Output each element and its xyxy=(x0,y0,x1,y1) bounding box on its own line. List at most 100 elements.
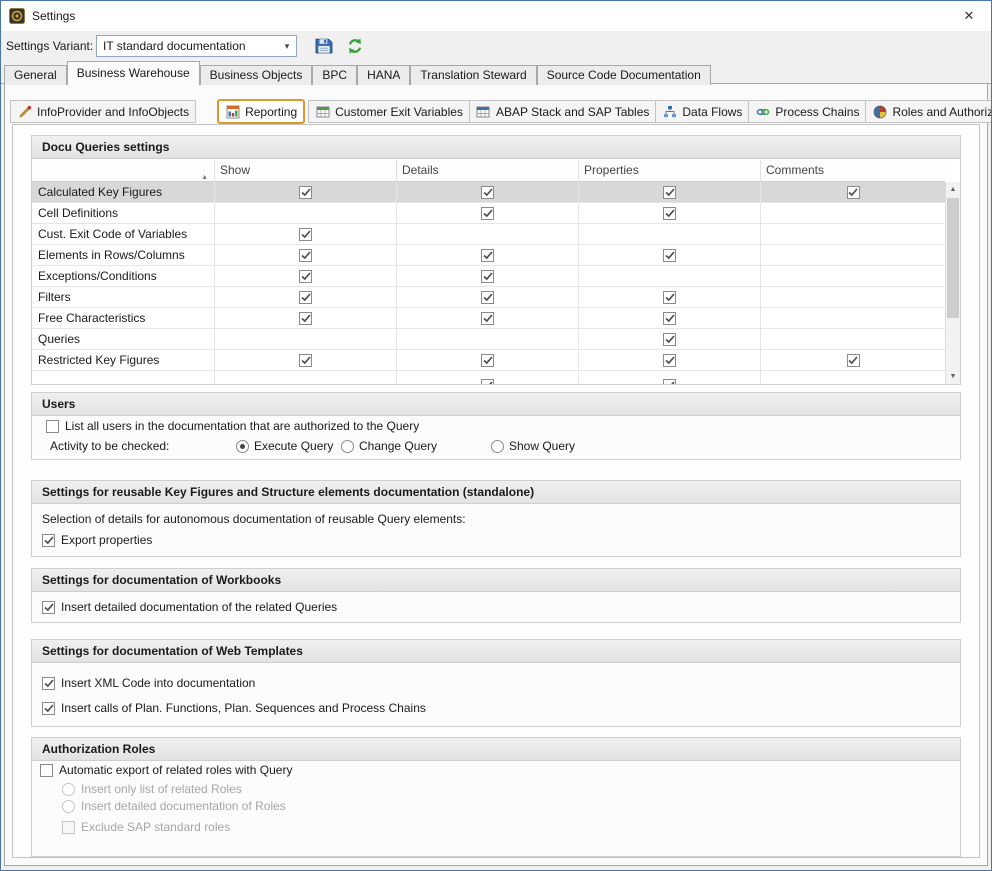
cell-comments[interactable] xyxy=(760,287,945,307)
checkbox[interactable] xyxy=(663,291,676,304)
checkbox[interactable] xyxy=(847,354,860,367)
radio-button[interactable] xyxy=(491,440,504,453)
cell-properties[interactable] xyxy=(578,266,760,286)
cell-details[interactable] xyxy=(396,266,578,286)
cell-properties[interactable] xyxy=(578,182,760,202)
radio-show-query[interactable]: Show Query xyxy=(491,439,575,453)
checkbox[interactable] xyxy=(663,249,676,262)
cell-properties[interactable] xyxy=(578,203,760,223)
cell-details[interactable] xyxy=(396,224,578,244)
cell-show[interactable] xyxy=(214,329,396,349)
table-header-name[interactable]: ▲ xyxy=(32,160,214,181)
cell-details[interactable] xyxy=(396,350,578,370)
table-row[interactable]: Filters xyxy=(32,287,945,308)
cell-properties[interactable] xyxy=(578,308,760,328)
checkbox[interactable] xyxy=(299,354,312,367)
tab-business-objects[interactable]: Business Objects xyxy=(200,65,313,85)
cell-show[interactable] xyxy=(214,224,396,244)
cell-properties[interactable] xyxy=(578,329,760,349)
cell-details[interactable] xyxy=(396,287,578,307)
checkbox[interactable] xyxy=(481,354,494,367)
scroll-down-icon[interactable]: ▼ xyxy=(946,369,960,384)
checkbox[interactable] xyxy=(663,207,676,220)
cell-show[interactable] xyxy=(214,350,396,370)
checkbox[interactable] xyxy=(299,270,312,283)
auto-export-roles-checkbox[interactable] xyxy=(40,764,53,777)
checkbox[interactable] xyxy=(481,186,494,199)
table-row[interactable]: Elements in Rows/Columns xyxy=(32,245,945,266)
checkbox[interactable] xyxy=(481,312,494,325)
table-row[interactable]: Cust. Exit Code of Variables xyxy=(32,224,945,245)
cell-details[interactable] xyxy=(396,245,578,265)
insert-xml-checkbox[interactable] xyxy=(42,677,55,690)
insert-detailed-docs-checkbox[interactable] xyxy=(42,601,55,614)
scrollbar-thumb[interactable] xyxy=(947,198,959,318)
checkbox[interactable] xyxy=(299,249,312,262)
cell-details[interactable] xyxy=(396,203,578,223)
checkbox[interactable] xyxy=(481,207,494,220)
cell-properties[interactable] xyxy=(578,224,760,244)
scroll-up-icon[interactable]: ▲ xyxy=(946,182,960,197)
cell-comments[interactable] xyxy=(760,350,945,370)
cell-properties[interactable] xyxy=(578,287,760,307)
cell-details[interactable] xyxy=(396,308,578,328)
checkbox[interactable] xyxy=(299,186,312,199)
settings-variant-select[interactable]: IT standard documentation ▾ xyxy=(96,35,297,57)
cell-show[interactable] xyxy=(214,245,396,265)
radio-button[interactable] xyxy=(341,440,354,453)
table-row[interactable]: Restricted Key Figures xyxy=(32,350,945,371)
cell-show[interactable] xyxy=(214,266,396,286)
insert-calls-checkbox[interactable] xyxy=(42,702,55,715)
table-row[interactable]: Calculated Key Figures xyxy=(32,182,945,203)
cell-details[interactable] xyxy=(396,182,578,202)
tab-bpc[interactable]: BPC xyxy=(312,65,357,85)
radio-execute-query[interactable]: Execute Query xyxy=(236,439,333,453)
subtab-abap-stack-and-sap-tables[interactable]: ABAP Stack and SAP Tables xyxy=(469,100,656,123)
checkbox[interactable] xyxy=(481,270,494,283)
cell-show[interactable] xyxy=(214,287,396,307)
export-properties-checkbox[interactable] xyxy=(42,534,55,547)
table-header-details[interactable]: Details xyxy=(396,160,578,181)
cell-properties[interactable] xyxy=(578,350,760,370)
radio-change-query[interactable]: Change Query xyxy=(341,439,437,453)
save-icon[interactable] xyxy=(315,37,333,55)
subtab-process-chains[interactable]: Process Chains xyxy=(748,100,866,123)
vertical-scrollbar[interactable]: ▲ ▼ xyxy=(945,182,960,384)
tab-business-warehouse[interactable]: Business Warehouse xyxy=(67,61,200,85)
table-header-comments[interactable]: Comments xyxy=(760,160,945,181)
cell-show[interactable] xyxy=(214,182,396,202)
checkbox[interactable] xyxy=(663,333,676,346)
checkbox[interactable] xyxy=(481,249,494,262)
tab-source-code-documentation[interactable]: Source Code Documentation xyxy=(537,65,711,85)
table-row[interactable]: Free Characteristics xyxy=(32,308,945,329)
checkbox[interactable] xyxy=(663,312,676,325)
checkbox[interactable] xyxy=(847,186,860,199)
subtab-reporting[interactable]: Reporting xyxy=(217,99,305,124)
checkbox[interactable] xyxy=(299,312,312,325)
cell-show[interactable] xyxy=(214,203,396,223)
table-row[interactable]: Cell Definitions xyxy=(32,203,945,224)
refresh-icon[interactable] xyxy=(346,37,364,55)
tab-hana[interactable]: HANA xyxy=(357,65,410,85)
cell-comments[interactable] xyxy=(760,245,945,265)
subtab-data-flows[interactable]: Data Flows xyxy=(655,100,749,123)
checkbox[interactable] xyxy=(299,228,312,241)
subtab-customer-exit-variables[interactable]: Customer Exit Variables xyxy=(308,100,470,123)
checkbox[interactable] xyxy=(663,354,676,367)
radio-button[interactable] xyxy=(236,440,249,453)
close-button[interactable]: ✕ xyxy=(947,1,991,31)
cell-comments[interactable] xyxy=(760,266,945,286)
cell-comments[interactable] xyxy=(760,308,945,328)
table-row[interactable]: Queries xyxy=(32,329,945,350)
cell-comments[interactable] xyxy=(760,329,945,349)
checkbox[interactable] xyxy=(299,291,312,304)
cell-comments[interactable] xyxy=(760,224,945,244)
tab-general[interactable]: General xyxy=(4,65,67,85)
subtab-roles-and-authorizations[interactable]: Roles and Authorizations xyxy=(865,100,992,123)
table-header-show[interactable]: Show xyxy=(214,160,396,181)
cell-comments[interactable] xyxy=(760,203,945,223)
tab-translation-steward[interactable]: Translation Steward xyxy=(410,65,536,85)
checkbox[interactable] xyxy=(481,291,494,304)
cell-show[interactable] xyxy=(214,308,396,328)
chevron-down-icon[interactable]: ▾ xyxy=(279,37,295,55)
